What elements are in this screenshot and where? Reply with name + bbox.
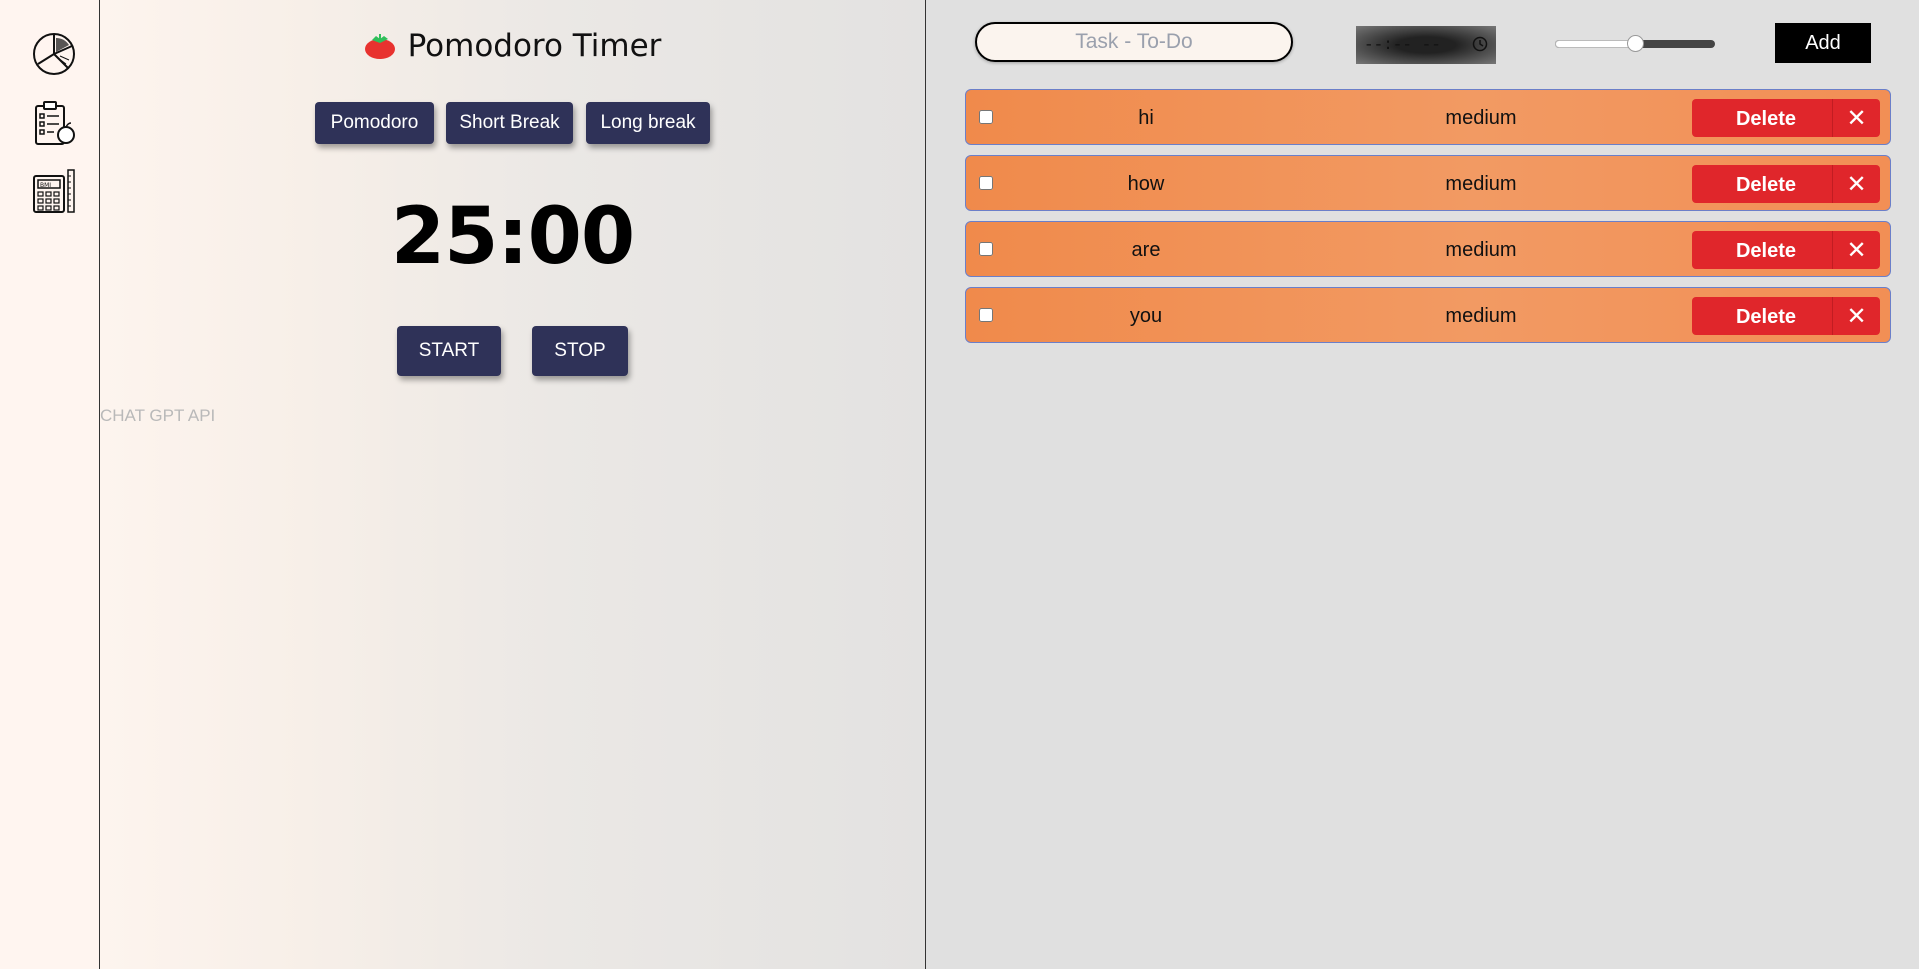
page-title: Pomodoro Timer [407, 28, 662, 64]
task-checkbox[interactable] [979, 242, 993, 256]
task-priority: medium [1445, 305, 1517, 327]
task-item: how medium Delete ✕ [965, 155, 1891, 211]
delete-label: Delete [1735, 174, 1797, 196]
mode-long-break-button[interactable]: Long break [586, 102, 710, 144]
task-name: you [1129, 305, 1163, 327]
close-icon[interactable]: ✕ [1833, 236, 1880, 264]
tomato-icon [364, 32, 396, 68]
bmi-calculator-icon[interactable]: BMI [30, 168, 78, 216]
task-priority: medium [1445, 239, 1517, 261]
task-item: you medium Delete ✕ [965, 287, 1891, 343]
svg-text:BMI: BMI [40, 182, 51, 189]
todo-panel: --:-- -- Add hi medium Delete ✕ how med [926, 0, 1919, 969]
clock-icon[interactable] [1472, 36, 1488, 57]
delete-task-button[interactable]: Delete ✕ [1692, 99, 1880, 137]
sidebar: BMI [0, 0, 100, 969]
task-input[interactable] [975, 22, 1293, 62]
delete-label: Delete [1735, 108, 1797, 130]
delete-label: Delete [1735, 306, 1797, 328]
close-icon[interactable]: ✕ [1833, 170, 1880, 198]
delete-task-button[interactable]: Delete ✕ [1692, 165, 1880, 203]
timer-header: Pomodoro Timer [100, 28, 925, 68]
timer-display: 25:00 [390, 192, 635, 282]
start-button[interactable]: START [397, 326, 501, 376]
delete-label: Delete [1735, 240, 1797, 262]
task-name: how [1127, 173, 1165, 195]
priority-slider-thumb[interactable] [1627, 35, 1644, 52]
add-task-button[interactable]: Add [1775, 23, 1871, 63]
close-icon[interactable]: ✕ [1833, 302, 1880, 330]
chat-gpt-api-link[interactable]: CHAT GPT API [100, 406, 215, 426]
priority-slider[interactable] [1555, 35, 1715, 52]
task-name: are [1131, 239, 1161, 261]
checklist-apple-icon[interactable] [30, 100, 78, 148]
time-input[interactable]: --:-- -- [1356, 26, 1496, 64]
pie-chart-icon[interactable] [30, 30, 78, 78]
close-icon[interactable]: ✕ [1833, 104, 1880, 132]
delete-task-button[interactable]: Delete ✕ [1692, 297, 1880, 335]
task-checkbox[interactable] [979, 176, 993, 190]
delete-task-button[interactable]: Delete ✕ [1692, 231, 1880, 269]
task-name: hi [1138, 107, 1154, 129]
time-value: --:-- -- [1364, 36, 1441, 54]
task-item: hi medium Delete ✕ [965, 89, 1891, 145]
stop-button[interactable]: STOP [532, 326, 628, 376]
timer-panel: Pomodoro Timer Pomodoro Short Break Long… [100, 0, 926, 969]
mode-short-break-button[interactable]: Short Break [446, 102, 573, 144]
task-checkbox[interactable] [979, 110, 993, 124]
task-item: are medium Delete ✕ [965, 221, 1891, 277]
task-list: hi medium Delete ✕ how medium Delete ✕ a… [965, 89, 1891, 353]
task-priority: medium [1445, 173, 1517, 195]
priority-slider-fill [1555, 40, 1635, 48]
mode-pomodoro-button[interactable]: Pomodoro [315, 102, 434, 144]
task-priority: medium [1445, 107, 1517, 129]
task-checkbox[interactable] [979, 308, 993, 322]
